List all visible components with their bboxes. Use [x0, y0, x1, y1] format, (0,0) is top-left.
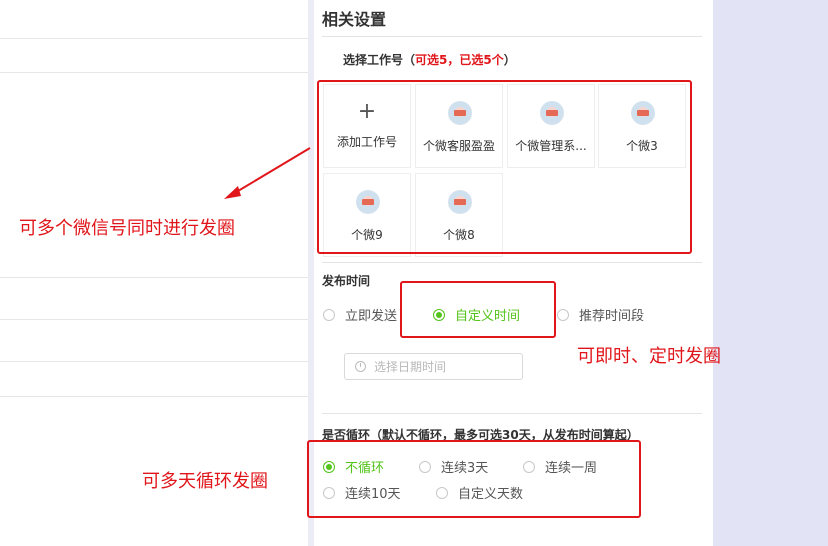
annotation-multi-account: 可多个微信号同时进行发圈	[19, 218, 235, 239]
arrow-icon	[224, 147, 311, 199]
annotation-loop: 可多天循环发圈	[142, 471, 268, 492]
annotation-timing: 可即时、定时发圈	[577, 346, 721, 367]
